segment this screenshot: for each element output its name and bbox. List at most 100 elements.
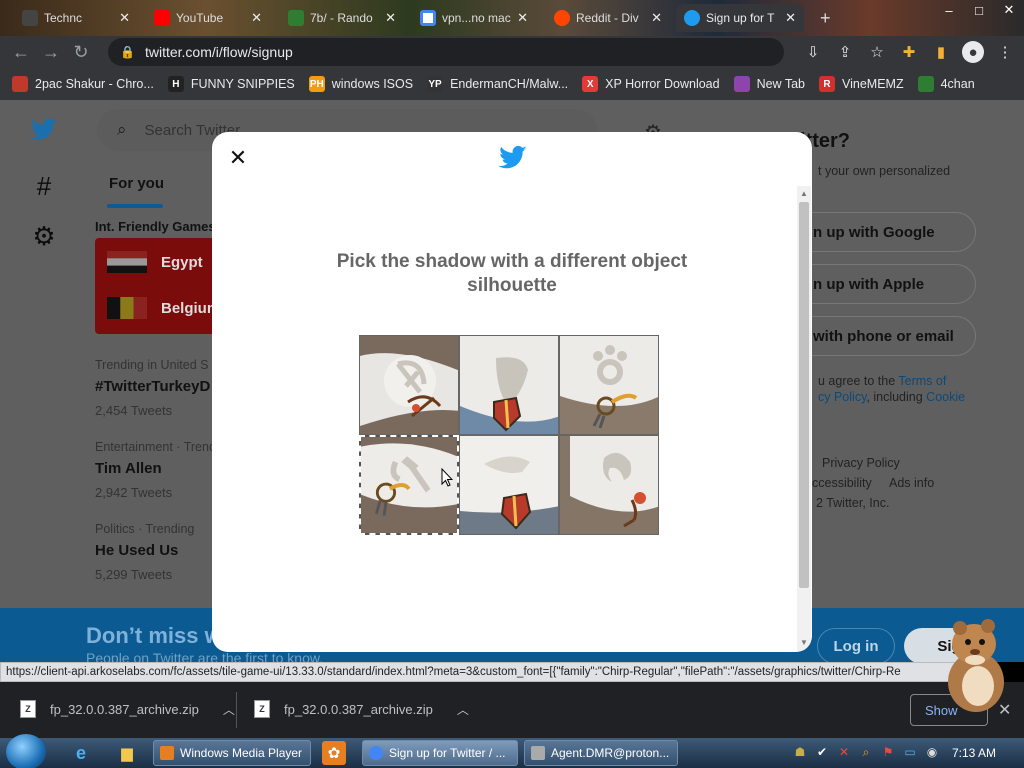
explorer-folder-icon[interactable]: ▆: [114, 741, 140, 765]
bookmark-icon: YP: [427, 76, 444, 92]
profile-icon[interactable]: ●: [962, 41, 984, 63]
tab-for-you[interactable]: For you: [109, 175, 164, 192]
close-tab-icon[interactable]: ✕: [517, 10, 528, 26]
explore-hashtag-icon[interactable]: #: [28, 170, 60, 202]
signup-phone-button[interactable]: with phone or email: [790, 316, 976, 356]
bookmark-item[interactable]: R VineMEMZ: [819, 76, 904, 92]
bookmark-icon: [12, 76, 28, 92]
footer-accessibility-link[interactable]: ccessibility: [812, 476, 872, 490]
bookmark-label: 2pac Shakur - Chro...: [35, 77, 154, 91]
login-button[interactable]: Log in: [817, 628, 895, 662]
bookmark-icon: [917, 76, 934, 92]
start-button[interactable]: [6, 734, 46, 768]
new-tab-button[interactable]: +: [812, 4, 840, 32]
bookmark-label: XP Horror Download: [605, 77, 720, 91]
captcha-tile-2[interactable]: [459, 335, 559, 435]
chevron-up-icon[interactable]: ︿: [223, 701, 235, 718]
trend-meta: Entertainment · Trend: [95, 440, 216, 454]
browser-tab-active[interactable]: Sign up for T ✕: [676, 4, 804, 32]
close-tab-icon[interactable]: ✕: [785, 10, 796, 26]
close-tab-icon[interactable]: ✕: [119, 10, 130, 26]
close-window-icon[interactable]: ✕: [994, 0, 1024, 20]
download-item[interactable]: Z fp_32.0.0.387_archive.zip ︿: [20, 700, 235, 718]
browser-tab-4[interactable]: vpn...no mac ✕: [412, 4, 536, 32]
terms-link[interactable]: Terms of: [898, 374, 946, 388]
settings-gear-icon[interactable]: ⚙: [28, 220, 60, 252]
captcha-tile-3[interactable]: [559, 335, 659, 435]
terms-mid: , including: [866, 390, 923, 404]
reload-icon[interactable]: ↻: [66, 37, 96, 67]
taskbar-item-chrome[interactable]: Sign up for Twitter / ...: [362, 740, 518, 766]
bookmark-label: FUNNY SNIPPIES: [190, 77, 295, 91]
address-bar[interactable]: 🔒 twitter.com/i/flow/signup: [108, 38, 784, 66]
close-tab-icon[interactable]: ✕: [651, 10, 662, 26]
captcha-tile-grid: [359, 335, 659, 535]
trend-title: #TwitterTurkeyD: [95, 378, 211, 395]
bookmark-star-icon[interactable]: ☆: [866, 41, 888, 63]
tray-x-icon[interactable]: ✕: [836, 744, 852, 760]
tray-icon[interactable]: ☗: [792, 744, 808, 760]
4chan-icon: [288, 10, 304, 26]
taskbar-label: Agent.DMR@proton...: [551, 746, 670, 760]
forward-icon[interactable]: →: [36, 37, 66, 67]
share-icon[interactable]: ⇪: [834, 41, 856, 63]
bookmark-item[interactable]: 2pac Shakur - Chro...: [12, 76, 154, 92]
belgium-flag-icon: [107, 297, 147, 319]
maximize-icon[interactable]: □: [964, 0, 994, 20]
taskbar-label: Sign up for Twitter / ...: [389, 746, 506, 760]
captcha-tile-6[interactable]: [559, 435, 659, 535]
scroll-up-icon[interactable]: ▲: [799, 189, 809, 199]
bookmark-item[interactable]: YP EndermanCH/Malw...: [427, 76, 568, 92]
chevron-up-icon[interactable]: ︿: [457, 701, 469, 718]
captcha-tile-5[interactable]: [459, 435, 559, 535]
captcha-tile-1[interactable]: [359, 335, 459, 435]
back-icon[interactable]: ←: [6, 37, 36, 67]
browser-tab-1[interactable]: Technc ✕: [14, 4, 138, 32]
close-tab-icon[interactable]: ✕: [251, 10, 262, 26]
mouse-cursor-icon: [441, 468, 453, 487]
install-icon[interactable]: ⇩: [802, 41, 824, 63]
sidebar-icon[interactable]: ▮: [930, 41, 952, 63]
trend-title: Tim Allen: [95, 460, 162, 477]
bookmark-item[interactable]: H FUNNY SNIPPIES: [167, 76, 295, 92]
extensions-icon[interactable]: ✚: [898, 41, 920, 63]
signup-google-button[interactable]: n up with Google: [790, 212, 976, 252]
trend-title: He Used Us: [95, 542, 179, 559]
signup-apple-button[interactable]: n up with Apple: [790, 264, 976, 304]
download-item[interactable]: Z fp_32.0.0.387_archive.zip ︿: [254, 700, 469, 718]
tray-search-icon[interactable]: ⌕: [858, 744, 874, 760]
browser-tab-3[interactable]: 7b/ - Rando ✕: [280, 4, 404, 32]
taskbar-item-agent[interactable]: Agent.DMR@proton...: [524, 740, 678, 766]
bookmark-item[interactable]: X XP Horror Download: [582, 76, 720, 92]
footer-privacy-link[interactable]: Privacy Policy: [822, 456, 900, 470]
tab-active-indicator: [107, 204, 163, 208]
trend-item[interactable]: Entertainment · Trend Tim Allen 2,942 Tw…: [95, 440, 216, 500]
menu-icon[interactable]: ⋮: [994, 41, 1016, 63]
signup-subtext: t your own personalized: [818, 164, 951, 178]
footer-ads-link[interactable]: Ads info: [889, 476, 934, 490]
scroll-down-icon[interactable]: ▼: [799, 638, 809, 648]
cookie-link[interactable]: Cookie: [926, 390, 965, 404]
minimize-icon[interactable]: –: [934, 0, 964, 20]
browser-tab-2[interactable]: YouTube ✕: [146, 4, 270, 32]
tray-check-icon[interactable]: ✔: [814, 744, 830, 760]
app-icon[interactable]: ✿: [322, 741, 346, 765]
internet-explorer-icon[interactable]: e: [68, 741, 94, 765]
privacy-link[interactable]: cy Policy: [818, 390, 866, 404]
tray-volume-icon[interactable]: ◉: [924, 744, 940, 760]
taskbar-item-media-player[interactable]: Windows Media Player: [153, 740, 311, 766]
games-card[interactable]: Egypt Belgium: [95, 238, 225, 334]
close-icon[interactable]: ✕: [226, 145, 250, 170]
tray-flag-icon[interactable]: ⚑: [880, 744, 896, 760]
bookmark-item[interactable]: New Tab: [733, 76, 805, 92]
trend-item[interactable]: Politics · Trending He Used Us 5,299 Twe…: [95, 522, 194, 582]
twitter-bird-icon[interactable]: [28, 114, 60, 146]
close-tab-icon[interactable]: ✕: [385, 10, 396, 26]
bookmark-item[interactable]: PH windows ISOS: [308, 76, 413, 92]
browser-tab-5[interactable]: Reddit - Div ✕: [546, 4, 670, 32]
bookmark-item[interactable]: 4chan: [917, 76, 975, 92]
tray-display-icon[interactable]: ▭: [902, 744, 918, 760]
modal-scrollbar-thumb[interactable]: [799, 202, 809, 588]
trend-item[interactable]: Trending in United S #TwitterTurkeyD 2,4…: [95, 358, 210, 418]
tab-label: Sign up for T: [706, 11, 775, 25]
